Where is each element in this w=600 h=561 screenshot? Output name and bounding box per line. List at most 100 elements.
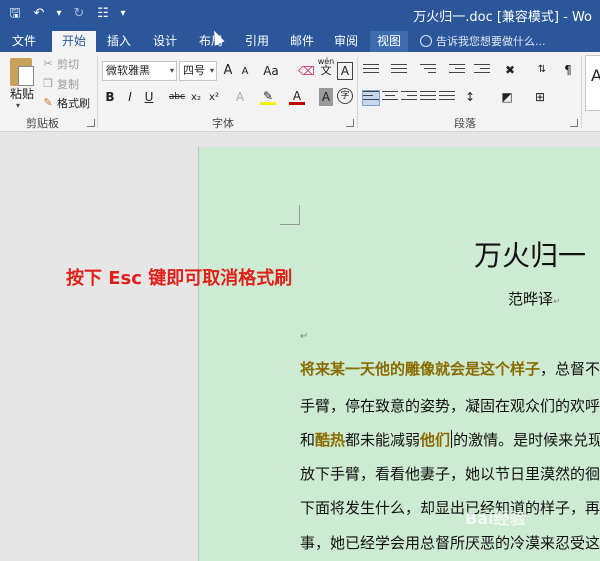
document-line[interactable]: 手臂，停在致意的姿势，凝固在观众们的欢呼 (300, 395, 600, 416)
body-text: ，总督不 (540, 360, 600, 378)
character-shading-button[interactable]: A (319, 88, 333, 106)
subscript-button[interactable]: x₂ (188, 89, 204, 107)
bullets-icon[interactable] (363, 64, 379, 78)
distributed-icon[interactable] (439, 91, 455, 105)
document-line[interactable]: 将来某一天他的雕像就会是这个样子，总督不 (300, 358, 600, 379)
paragraph-mark-icon: ↵ (553, 297, 561, 307)
shrink-font-button[interactable]: A (238, 63, 252, 81)
title-bar: 🖫 ↶ ▾ ↻ ☷ ▾ 万火归一.doc [兼容模式] - Wo (0, 0, 600, 28)
document-line[interactable]: 和酷热都未能减弱他们 的激情。是时候来兑现 (300, 429, 600, 450)
chinese-layout-icon[interactable]: ✖ (500, 61, 520, 79)
document-title: 万火归一.doc [兼容模式] - Wo (413, 10, 592, 25)
phonetic-guide-char: 文 (320, 64, 332, 77)
body-text: 下面将发生什么，却显出已经知道的样子，再 (300, 499, 600, 517)
copy-icon: ❐ (43, 77, 53, 90)
tab-insert[interactable]: 插入 (100, 31, 138, 52)
document-line[interactable]: 下面将发生什么，却显出已经知道的样子，再 (300, 497, 600, 518)
justify-icon[interactable] (420, 91, 436, 105)
save-icon[interactable]: 🖫 (6, 5, 24, 23)
copy-label: 复制 (57, 78, 79, 91)
tab-home[interactable]: 开始 (52, 31, 96, 52)
paragraph-launcher-icon[interactable] (570, 119, 578, 127)
divider (357, 56, 358, 128)
tab-review[interactable]: 审阅 (327, 31, 365, 52)
annotation-text: 按下 Esc 键即可取消格式刷 (66, 268, 293, 289)
clear-formatting-icon[interactable]: ⌫ (298, 62, 315, 80)
italic-button[interactable]: I (123, 88, 137, 106)
line-spacing-icon[interactable]: ↕ (460, 88, 480, 106)
tab-references[interactable]: 引用 (238, 31, 276, 52)
text-effects-button[interactable]: A (232, 88, 248, 106)
document-line[interactable]: 放下手臂，看看他妻子，她以节日里漠然的徊 (300, 463, 600, 484)
quick-access-toolbar: 🖫 ↶ ▾ ↻ ☷ ▾ (6, 4, 128, 24)
grow-font-button[interactable]: A (221, 62, 235, 80)
font-color-button[interactable]: A (289, 87, 305, 105)
align-left-icon[interactable] (362, 90, 380, 106)
borders-icon[interactable]: ⊞ (530, 88, 550, 106)
font-group-label: 字体 (212, 117, 234, 130)
author-text: 范晔译 (508, 290, 554, 308)
document-line[interactable]: 事，她已经学会用总督所厌恶的冷漠来忍受这 (300, 532, 600, 553)
change-case-button[interactable]: Aa (260, 62, 282, 80)
undo-dropdown-icon[interactable]: ▾ (54, 5, 64, 23)
tab-view[interactable]: 视图 (370, 31, 408, 52)
font-size-value: 四号 (183, 64, 205, 77)
watermark: Bai经验 (465, 509, 526, 528)
paragraph-mark-icon: ↵ (300, 331, 309, 342)
tab-mailings[interactable]: 邮件 (283, 31, 321, 52)
numbering-icon[interactable] (391, 64, 407, 78)
paste-dropdown-icon[interactable]: ▾ (16, 101, 20, 110)
highlight-color-icon[interactable]: ✎ (260, 87, 276, 105)
copy-button[interactable]: ❐ 复制 (42, 76, 79, 92)
highlighted-text: 将来某一天他的雕像就会是这个样子 (300, 360, 541, 378)
superscript-button[interactable]: x² (206, 89, 222, 107)
tree-icon[interactable]: ☷ (94, 5, 112, 23)
format-painter-button[interactable]: ✎ 格式刷 (42, 95, 90, 111)
paste-button[interactable]: 粘贴 (10, 85, 34, 102)
brush-icon: ✎ (43, 96, 53, 109)
bold-button[interactable]: B (103, 88, 117, 106)
text-cursor (451, 430, 453, 448)
tab-file[interactable]: 文件 (4, 31, 44, 52)
underline-button[interactable]: U (142, 88, 156, 106)
body-text: 事，她已经学会用总督所厌恶的冷漠来忍受这 (300, 534, 600, 552)
customize-icon[interactable]: ▾ (118, 5, 128, 23)
ribbon-tabs: 文件 开始 插入 设计 布局 引用 邮件 审阅 视图 告诉我您想要做什么... (0, 28, 600, 52)
align-center-icon[interactable] (382, 91, 398, 105)
character-border-button[interactable]: A (337, 62, 353, 80)
show-formatting-icon[interactable]: ¶ (560, 61, 576, 79)
font-size-select[interactable]: 四号 ▾ (179, 61, 217, 81)
style-preview: A (591, 66, 600, 85)
sort-icon[interactable]: ⇅ (534, 61, 550, 79)
ribbon-home: 粘贴 ▾ ✂ 剪切 ❐ 复制 ✎ 格式刷 剪贴板 微软雅黑 ▾ 四号 ▾ A A Aa ⌫… (0, 52, 600, 132)
enclose-characters-button[interactable]: 字 (337, 88, 353, 104)
body-text: 放下手臂，看看他妻子，她以节日里漠然的徊 (300, 465, 600, 483)
styles-gallery[interactable]: A (585, 55, 600, 111)
tell-me-box[interactable]: 告诉我您想要做什么... (420, 31, 546, 52)
undo-icon[interactable]: ↶ (30, 5, 48, 23)
phonetic-guide-button[interactable]: wén 文 (317, 57, 335, 77)
clipboard-launcher-icon[interactable] (87, 119, 95, 127)
increase-indent-icon[interactable] (474, 64, 490, 78)
document-author: 范晔译↵ (508, 288, 561, 309)
font-launcher-icon[interactable] (346, 119, 354, 127)
clipboard-group-label: 剪贴板 (26, 117, 59, 130)
tab-design[interactable]: 设计 (146, 31, 184, 52)
shading-icon[interactable]: ◩ (497, 88, 517, 106)
strikethrough-button[interactable]: abc (167, 88, 187, 106)
body-text: 都未能减弱 (345, 431, 421, 449)
redo-icon[interactable]: ↻ (70, 5, 88, 23)
body-text: 手臂，停在致意的姿势，凝固在观众们的欢呼 (300, 397, 600, 415)
align-right-icon[interactable] (401, 91, 417, 105)
paste-icon[interactable] (10, 58, 34, 86)
cut-label: 剪切 (57, 58, 79, 71)
lightbulb-icon (420, 35, 432, 47)
cut-button[interactable]: ✂ 剪切 (42, 56, 79, 72)
multilevel-list-icon[interactable] (420, 64, 436, 78)
decrease-indent-icon[interactable] (449, 64, 465, 78)
font-name-select[interactable]: 微软雅黑 ▾ (102, 61, 177, 81)
divider (581, 56, 582, 128)
scissors-icon: ✂ (43, 57, 53, 70)
format-painter-label: 格式刷 (57, 97, 90, 110)
highlighted-text: 酷热 (315, 431, 346, 449)
